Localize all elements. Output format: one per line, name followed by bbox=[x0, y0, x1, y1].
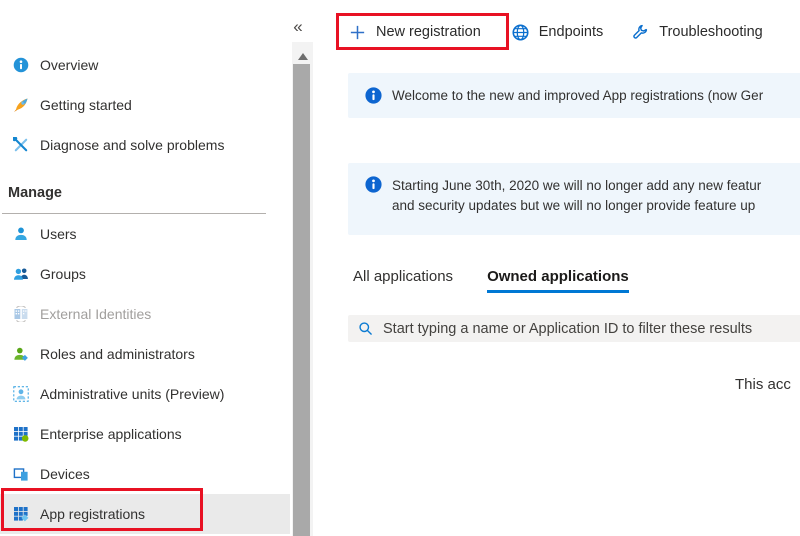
results-partial-text: This acc bbox=[735, 376, 791, 393]
sidebar-item-label: Overview bbox=[40, 57, 98, 73]
banner-line-2: and security updates but we will no long… bbox=[392, 196, 761, 216]
sidebar-scrollbar[interactable] bbox=[292, 42, 313, 536]
sidebar-item-users[interactable]: Users bbox=[0, 214, 290, 254]
collapse-sidebar-button[interactable]: « bbox=[287, 17, 309, 37]
info-icon bbox=[13, 57, 29, 73]
sidebar-item-administrative-units[interactable]: Administrative units (Preview) bbox=[0, 374, 290, 414]
troubleshooting-label: Troubleshooting bbox=[659, 24, 762, 40]
main-content: New registration Endpoints Troubleshooti… bbox=[313, 0, 800, 536]
new-registration-label: New registration bbox=[376, 24, 481, 40]
tab-all-applications[interactable]: All applications bbox=[353, 268, 453, 293]
sidebar-item-label: Diagnose and solve problems bbox=[40, 137, 224, 153]
sidebar-item-devices[interactable]: Devices bbox=[0, 454, 290, 494]
rocket-icon bbox=[13, 97, 29, 113]
sidebar-item-label: Getting started bbox=[40, 97, 132, 113]
azure-app-registrations-page: « Overview Getting started Diagnose and … bbox=[0, 0, 800, 536]
applications-tabs: All applications Owned applications bbox=[353, 268, 629, 293]
info-icon bbox=[365, 176, 382, 193]
external-identities-icon bbox=[13, 306, 29, 322]
roles-icon bbox=[13, 346, 29, 362]
banner-text: Starting June 30th, 2020 we will no long… bbox=[392, 176, 761, 216]
banner-line-1: Starting June 30th, 2020 we will no long… bbox=[392, 176, 761, 196]
sidebar-item-label: Roles and administrators bbox=[40, 346, 195, 362]
scrollbar-thumb[interactable] bbox=[293, 64, 310, 536]
sidebar-section-manage: Manage bbox=[0, 173, 290, 213]
info-icon bbox=[365, 87, 382, 104]
command-bar: New registration Endpoints Troubleshooti… bbox=[337, 14, 774, 50]
new-registration-button[interactable]: New registration bbox=[337, 14, 492, 50]
endpoints-button[interactable]: Endpoints bbox=[500, 14, 615, 50]
endpoints-label: Endpoints bbox=[539, 24, 604, 40]
globe-icon bbox=[511, 23, 530, 42]
banner-text: Welcome to the new and improved App regi… bbox=[392, 88, 763, 103]
search-icon bbox=[358, 321, 373, 336]
sidebar-item-diagnose[interactable]: Diagnose and solve problems bbox=[0, 125, 290, 165]
scrollbar-up-arrow-icon[interactable] bbox=[298, 53, 308, 60]
sidebar-item-label: Enterprise applications bbox=[40, 426, 182, 442]
devices-icon bbox=[13, 466, 29, 482]
sidebar-item-getting-started[interactable]: Getting started bbox=[0, 85, 290, 125]
sidebar-item-label: Devices bbox=[40, 466, 90, 482]
filter-search-box[interactable] bbox=[348, 315, 800, 342]
plus-icon bbox=[348, 23, 367, 42]
info-banner-deprecation: Starting June 30th, 2020 we will no long… bbox=[348, 163, 800, 235]
sidebar-item-app-registrations[interactable]: App registrations bbox=[0, 494, 290, 534]
sidebar-nav: Overview Getting started Diagnose and so… bbox=[0, 45, 290, 534]
tab-owned-applications[interactable]: Owned applications bbox=[487, 268, 629, 293]
users-icon bbox=[13, 266, 29, 282]
sidebar-item-groups[interactable]: Groups bbox=[0, 254, 290, 294]
sidebar-item-label: App registrations bbox=[40, 506, 145, 522]
enterprise-applications-icon bbox=[13, 426, 29, 442]
user-icon bbox=[13, 226, 29, 242]
sidebar-item-label: Groups bbox=[40, 266, 86, 282]
sidebar-item-label: Administrative units (Preview) bbox=[40, 386, 224, 402]
sidebar-item-label: External Identities bbox=[40, 306, 151, 322]
app-registrations-icon bbox=[13, 506, 29, 522]
search-input[interactable] bbox=[381, 320, 800, 338]
wrench-icon bbox=[631, 23, 650, 42]
sidebar: « Overview Getting started Diagnose and … bbox=[0, 0, 313, 536]
sidebar-item-enterprise-applications[interactable]: Enterprise applications bbox=[0, 414, 290, 454]
sidebar-item-overview[interactable]: Overview bbox=[0, 45, 290, 85]
tools-icon bbox=[13, 137, 29, 153]
sidebar-item-roles-and-administrators[interactable]: Roles and administrators bbox=[0, 334, 290, 374]
admin-units-icon bbox=[13, 386, 29, 402]
troubleshooting-button[interactable]: Troubleshooting bbox=[620, 14, 773, 50]
sidebar-item-label: Users bbox=[40, 226, 77, 242]
info-banner-welcome: Welcome to the new and improved App regi… bbox=[348, 73, 800, 118]
sidebar-item-external-identities[interactable]: External Identities bbox=[0, 294, 290, 334]
